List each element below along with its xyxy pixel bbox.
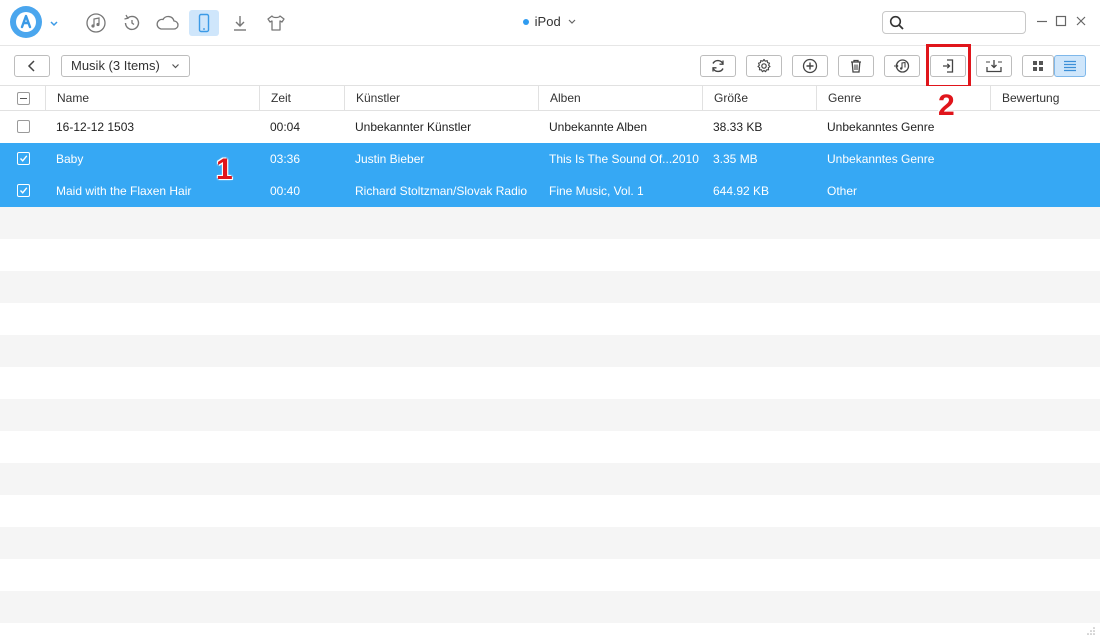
- logo-menu-caret-icon[interactable]: [48, 17, 60, 29]
- cell-rating: [1001, 111, 1096, 143]
- export-icon: [943, 59, 954, 73]
- minimize-button[interactable]: [1035, 14, 1049, 28]
- annotation-step-2: 2: [938, 89, 955, 122]
- refresh-button[interactable]: [700, 55, 736, 77]
- chevron-down-icon: [172, 64, 179, 69]
- empty-row: [0, 207, 1100, 239]
- cell-rating: [1001, 175, 1096, 207]
- row-checkbox[interactable]: [17, 184, 30, 197]
- table-header: Name Zeit Künstler Alben Größe Genre Bew…: [0, 86, 1100, 111]
- search-input[interactable]: [909, 14, 1021, 31]
- itunes-transfer-button[interactable]: [884, 55, 920, 77]
- table-row[interactable]: Maid with the Flaxen Hair 00:40 Richard …: [0, 175, 1100, 207]
- search-icon: [889, 15, 905, 34]
- music-icon[interactable]: [81, 10, 111, 36]
- column-header-album[interactable]: Alben: [538, 86, 702, 111]
- cell-genre: Unbekanntes Genre: [827, 152, 935, 166]
- device-icon[interactable]: [189, 10, 219, 36]
- trash-icon: [851, 59, 861, 73]
- table-row[interactable]: 16-12-12 1503 00:04 Unbekannter Künstler…: [0, 111, 1100, 143]
- empty-row: [0, 463, 1100, 495]
- settings-button[interactable]: [746, 55, 782, 77]
- maximize-button[interactable]: [1054, 14, 1068, 28]
- toolbar: Musik (3 Items): [0, 46, 1100, 86]
- refresh-icon: [712, 59, 724, 73]
- back-button[interactable]: [14, 55, 50, 77]
- cell-album: This Is The Sound Of...2010: [549, 152, 699, 166]
- cell-time: 00:40: [270, 184, 301, 198]
- download-tray-icon: [986, 60, 1002, 73]
- row-checkbox[interactable]: [17, 120, 30, 133]
- plus-circle-icon: [802, 58, 818, 74]
- cell-size: 38.33 KB: [713, 120, 763, 134]
- cell-genre: Unbekanntes Genre: [827, 120, 935, 134]
- device-connected-dot: [522, 18, 529, 25]
- music-transfer-icon: [894, 59, 910, 73]
- list-view-button[interactable]: [1054, 55, 1086, 77]
- empty-row: [0, 399, 1100, 431]
- download-icon[interactable]: [225, 10, 255, 36]
- chevron-down-icon: [568, 19, 576, 24]
- cell-time: 00:04: [270, 120, 301, 134]
- column-header-size[interactable]: Größe: [702, 86, 816, 111]
- table-row[interactable]: Baby 03:36 Justin Bieber This Is The Sou…: [0, 143, 1100, 175]
- row-checkbox[interactable]: [17, 152, 30, 165]
- column-header-artist[interactable]: Künstler: [344, 86, 538, 111]
- close-button[interactable]: [1074, 14, 1088, 28]
- annotation-step-1: 1: [216, 153, 233, 186]
- empty-row: [0, 335, 1100, 367]
- delete-button[interactable]: [838, 55, 874, 77]
- cell-artist: Justin Bieber: [355, 152, 425, 166]
- column-header-rating[interactable]: Bewertung: [990, 86, 1100, 111]
- column-header-genre[interactable]: Genre: [816, 86, 991, 111]
- history-icon[interactable]: [117, 10, 147, 36]
- column-header-time[interactable]: Zeit: [259, 86, 344, 111]
- cell-album: Unbekannte Alben: [549, 120, 648, 134]
- gear-icon: [757, 58, 771, 73]
- cell-size: 3.35 MB: [713, 152, 758, 166]
- cell-album: Fine Music, Vol. 1: [549, 184, 644, 198]
- grid-view-button[interactable]: [1022, 55, 1054, 77]
- category-label: Musik (3 Items): [71, 58, 160, 73]
- cell-artist: Unbekannter Künstler: [355, 120, 472, 134]
- grid-icon: [1033, 61, 1043, 71]
- cloud-icon[interactable]: [152, 10, 182, 36]
- cell-rating: [1001, 143, 1096, 175]
- checkmark-icon: [19, 155, 28, 162]
- export-to-pc-button[interactable]: [930, 55, 966, 77]
- category-dropdown[interactable]: Musik (3 Items): [61, 55, 190, 77]
- title-bar: iPod: [0, 0, 1100, 46]
- chevron-left-icon: [27, 60, 35, 72]
- empty-row: [0, 591, 1100, 623]
- list-icon: [1064, 60, 1076, 72]
- cell-time: 03:36: [270, 152, 301, 166]
- resize-grip-icon[interactable]: [1086, 626, 1096, 636]
- export-to-device-button[interactable]: [976, 55, 1012, 77]
- select-all-checkbox[interactable]: [17, 92, 30, 105]
- add-button[interactable]: [792, 55, 828, 77]
- empty-row: [0, 271, 1100, 303]
- cell-name: 16-12-12 1503: [56, 120, 135, 134]
- cell-genre: Other: [827, 184, 858, 198]
- cell-size: 644.92 KB: [713, 184, 770, 198]
- search-box[interactable]: [882, 11, 1026, 34]
- shirt-icon[interactable]: [261, 10, 291, 36]
- cell-artist: Richard Stoltzman/Slovak Radio: [355, 184, 528, 198]
- app-logo-icon[interactable]: [10, 6, 42, 38]
- device-name[interactable]: iPod: [535, 14, 561, 29]
- empty-row: [0, 527, 1100, 559]
- checkmark-icon: [19, 187, 28, 194]
- column-header-name[interactable]: Name: [45, 86, 260, 111]
